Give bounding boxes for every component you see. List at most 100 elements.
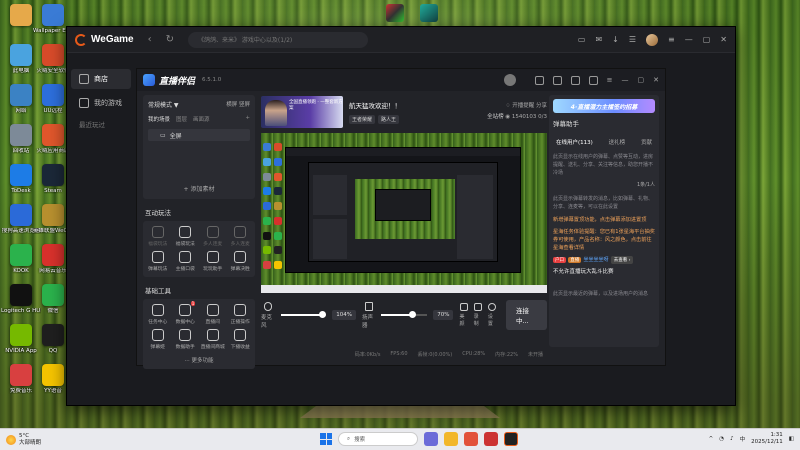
tab-contribution[interactable]: 贡献: [641, 138, 652, 146]
menu-icon[interactable]: ≡: [607, 76, 613, 84]
app-icon[interactable]: [464, 432, 478, 446]
mic-volume-slider[interactable]: [280, 311, 327, 318]
add-source-button[interactable]: + 添加素材: [143, 184, 255, 193]
share-link[interactable]: 分享: [536, 103, 547, 109]
tool-button[interactable]: 正播操作: [228, 304, 254, 325]
taskview-icon[interactable]: [424, 432, 438, 446]
tool-button[interactable]: 下播收益: [228, 329, 254, 350]
desktop-shortcut[interactable]: UU远程: [36, 84, 70, 114]
tool-button[interactable]: 弹幕玩法: [145, 251, 171, 272]
close-icon[interactable]: ✕: [653, 76, 659, 84]
menu-icon[interactable]: ☰: [629, 35, 636, 44]
notification-icon[interactable]: ◧: [789, 436, 794, 442]
tool-button[interactable]: 福袋玩法: [173, 226, 199, 247]
weather-widget[interactable]: 5°C 大部晴朗: [6, 433, 41, 446]
close-icon[interactable]: ✕: [720, 35, 727, 44]
settings-button[interactable]: 设置: [488, 303, 496, 327]
chevron-up-icon[interactable]: ^: [709, 436, 714, 442]
room-tag[interactable]: 王者荣耀: [349, 115, 376, 124]
chat-icon[interactable]: [534, 75, 544, 85]
promo-banner[interactable]: 4·直播潜力主播签约招募: [553, 99, 655, 113]
desktop-shortcut[interactable]: 火绒应用商店: [36, 124, 70, 154]
shop-icon[interactable]: [570, 75, 580, 85]
input-method-icon[interactable]: 中: [740, 435, 746, 443]
weather-temp: 5°C: [19, 432, 30, 439]
speaker-volume-slider[interactable]: [381, 311, 428, 318]
message-icon[interactable]: ✉: [595, 35, 602, 44]
wegame-taskbar-icon[interactable]: [504, 432, 518, 446]
record-button[interactable]: 录制: [474, 303, 482, 327]
view-button[interactable]: 去查看 ›: [610, 256, 634, 264]
wegame-search-input[interactable]: 《鸽鸽、来米》 游戏中心以及(1/2): [188, 31, 369, 48]
tab-online-users[interactable]: 在线用户(113): [556, 138, 593, 146]
desktop-shortcut[interactable]: 网易云音乐: [36, 244, 70, 274]
speaker-toggle[interactable]: 扬声器: [362, 301, 376, 329]
desktop-shortcut[interactable]: Wallpaper Engine：...: [33, 4, 73, 34]
tool-button[interactable]: 弹幕姬: [145, 329, 171, 350]
danmaku-username[interactable]: 坐坐坐坐呀: [583, 257, 608, 263]
desktop-shortcut[interactable]: YY语音: [36, 364, 70, 394]
more-features-button[interactable]: ··· 更多功能: [145, 356, 253, 364]
beauty-button[interactable]: 美颜: [459, 303, 468, 327]
taskbar-search[interactable]: ⌕ 搜索: [338, 432, 418, 446]
rank-link[interactable]: 全站榜: [487, 114, 504, 120]
room-title[interactable]: 航天猛攻欢迎！！: [349, 100, 401, 110]
tool-button[interactable]: 多人连麦: [228, 226, 254, 247]
room-tag[interactable]: 路人王: [378, 115, 400, 124]
live-reminder-link[interactable]: 开播提醒: [512, 103, 534, 109]
desktop-shortcut[interactable]: 火绒安全软件: [36, 44, 70, 74]
mic-toggle[interactable]: 麦克风: [261, 301, 275, 329]
tab-my-scenes[interactable]: 我的场景: [148, 115, 170, 123]
tool-button[interactable]: 福袋玩法: [145, 226, 171, 247]
tool-button[interactable]: 直播间商城: [200, 329, 226, 350]
tab-layers[interactable]: 图层: [176, 115, 187, 123]
download-icon[interactable]: ↓: [612, 35, 619, 44]
maximize-icon[interactable]: ▢: [703, 35, 711, 44]
pinned-app-icon[interactable]: [420, 4, 438, 22]
tool-button[interactable]: 直播间: [200, 304, 226, 325]
app-icon: [10, 204, 32, 226]
desktop-shortcut[interactable]: 英雄联盟WeGame版: [33, 204, 73, 234]
helmet-icon[interactable]: [503, 74, 516, 86]
add-scene-button[interactable]: +: [245, 115, 250, 123]
menu-more-icon[interactable]: ≡: [668, 35, 675, 44]
gift-icon[interactable]: ▭: [578, 35, 586, 44]
pinned-app-icon[interactable]: [386, 4, 404, 22]
portrait-toggle[interactable]: 竖屏: [239, 102, 250, 108]
desktop-shortcut[interactable]: Steam: [36, 164, 70, 194]
tool-button[interactable]: 主播口袋: [173, 251, 199, 272]
tool-button[interactable]: 数据助手: [173, 329, 199, 350]
desktop-shortcut[interactable]: [4, 4, 38, 28]
tab-sources[interactable]: 画面源: [193, 115, 210, 123]
desktop-shortcut[interactable]: 微信: [36, 284, 70, 314]
desktop-shortcut[interactable]: QQ: [36, 324, 70, 354]
tool-button[interactable]: 弹幕决胜: [228, 251, 254, 272]
start-live-button[interactable]: 连接中...: [506, 300, 548, 330]
volume-icon[interactable]: ♪: [730, 436, 734, 442]
scene-item[interactable]: ▭ 全屏: [148, 129, 250, 141]
tool-button[interactable]: 玩玩助手: [200, 251, 226, 272]
back-button[interactable]: ‹: [148, 34, 152, 45]
clock[interactable]: 1:31 2025/12/11: [751, 432, 783, 446]
headset-icon[interactable]: [552, 75, 562, 85]
network-icon[interactable]: ◔: [719, 436, 724, 442]
app-icon[interactable]: [484, 432, 498, 446]
avatar[interactable]: [646, 33, 659, 46]
sidebar-item-my-games[interactable]: 我的游戏: [71, 93, 131, 113]
maximize-icon[interactable]: ▢: [638, 76, 645, 84]
refresh-button[interactable]: ↻: [166, 34, 174, 45]
stream-preview[interactable]: [261, 133, 547, 293]
streamer-banner[interactable]: 全国直播领跑 · 一整套新方案: [261, 96, 343, 128]
tool-button[interactable]: 1 数据中心: [173, 301, 199, 325]
minimize-icon[interactable]: —: [685, 35, 693, 44]
file-explorer-icon[interactable]: [444, 432, 458, 446]
user-icon[interactable]: [588, 75, 598, 85]
start-button[interactable]: [320, 433, 332, 445]
sidebar-item-store[interactable]: 商店: [71, 69, 131, 89]
tool-button[interactable]: 任务中心: [145, 304, 171, 325]
tab-gift-rank[interactable]: 送礼榜: [609, 138, 626, 146]
scene-mode-select[interactable]: 常规模式 ▼: [148, 100, 179, 109]
tool-button[interactable]: 多人连麦: [200, 226, 226, 247]
landscape-toggle[interactable]: 横屏: [226, 102, 237, 108]
minimize-icon[interactable]: —: [622, 76, 629, 84]
